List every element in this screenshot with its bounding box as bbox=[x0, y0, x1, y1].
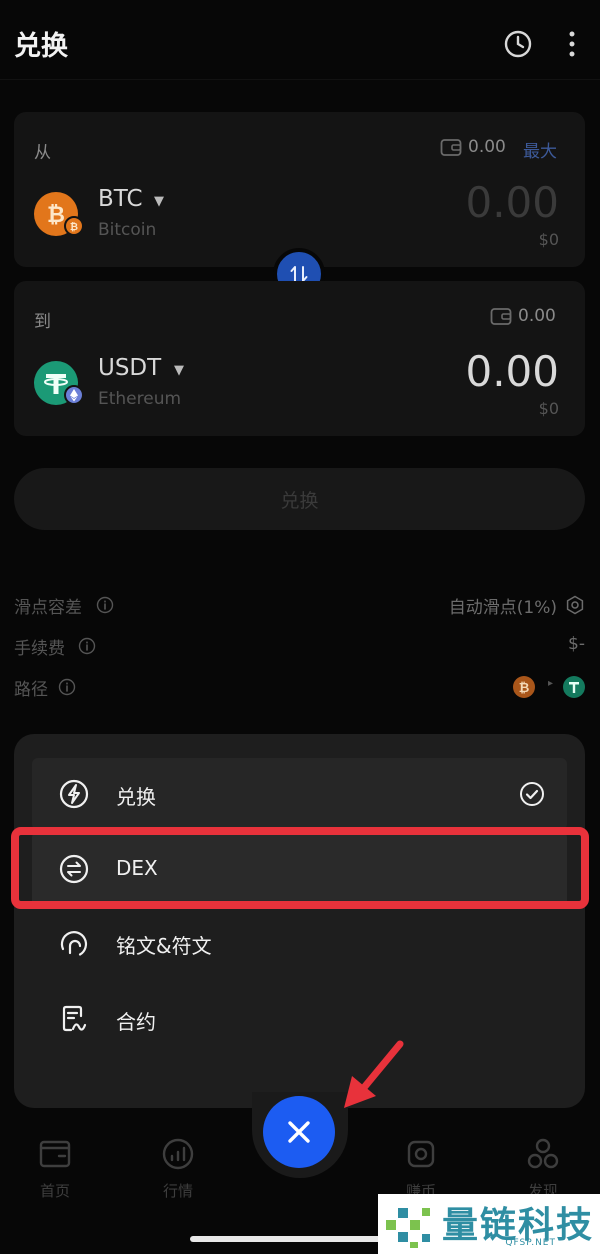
svg-text:₿: ₿ bbox=[70, 221, 78, 233]
info-icon[interactable] bbox=[96, 596, 114, 614]
nav-label: 行情 bbox=[162, 1182, 193, 1200]
slippage-row: 滑点容差 自动滑点(1%) bbox=[14, 593, 585, 618]
to-chain-name: Ethereum bbox=[98, 389, 182, 409]
bitcoin-chain-icon: ₿ bbox=[64, 216, 84, 236]
from-chain-name: Bitcoin bbox=[98, 220, 157, 240]
to-balance: 0.00 bbox=[518, 306, 556, 326]
close-menu-button[interactable] bbox=[263, 1096, 335, 1168]
from-label: 从 bbox=[34, 143, 51, 163]
nav-item-home[interactable]: 首页 bbox=[15, 1136, 95, 1206]
fee-row: 手续费 $- bbox=[14, 634, 585, 659]
settings-icon[interactable] bbox=[565, 595, 585, 615]
route-label: 路径 bbox=[14, 680, 48, 700]
btc-route-icon: ₿ bbox=[513, 676, 535, 698]
fee-label: 手续费 bbox=[14, 639, 65, 659]
from-amount-input[interactable]: 0.00 bbox=[465, 178, 559, 227]
lightning-circle-icon bbox=[59, 779, 89, 809]
svg-text:₿: ₿ bbox=[519, 681, 530, 696]
max-button[interactable]: 最大 bbox=[523, 137, 557, 162]
to-label: 到 bbox=[34, 312, 51, 332]
qfsp-logo-icon bbox=[386, 1208, 430, 1248]
swap-mode-menu: 兑换 DEX 铭文&符文 合约 bbox=[14, 734, 585, 1108]
swap-submit-button[interactable]: 兑换 bbox=[14, 468, 585, 530]
wallet-balance-icon bbox=[440, 139, 462, 156]
svg-text:₿: ₿ bbox=[47, 203, 65, 228]
slippage-value[interactable]: 自动滑点(1%) bbox=[449, 593, 557, 618]
info-icon[interactable] bbox=[58, 678, 76, 696]
usdt-route-icon bbox=[563, 676, 585, 698]
ethereum-chain-icon bbox=[64, 385, 84, 405]
menu-item-label: 兑换 bbox=[116, 785, 156, 809]
route-arrow-icon: ▸ bbox=[547, 678, 553, 689]
menu-item-contract[interactable]: 合约 bbox=[32, 983, 567, 1055]
check-circle-icon bbox=[520, 782, 544, 806]
nav-item-market[interactable]: 行情 bbox=[138, 1136, 218, 1206]
from-usd-value: $0 bbox=[538, 230, 559, 249]
from-card: 从 0.00 最大 ₿ ₿ BTC ▼ Bitcoin 0.00 $0 bbox=[14, 112, 585, 267]
from-balance: 0.00 bbox=[468, 137, 506, 157]
watermark-logo: 量链科技 QFSP.NET bbox=[378, 1194, 600, 1254]
chart-gauge-icon bbox=[162, 1138, 194, 1170]
to-token-symbol[interactable]: USDT bbox=[98, 355, 161, 381]
discover-icon bbox=[527, 1138, 559, 1169]
earn-icon bbox=[407, 1140, 435, 1168]
app-header: 兑换 bbox=[0, 0, 600, 80]
menu-item-label: 合约 bbox=[116, 1010, 156, 1034]
more-vertical-icon[interactable] bbox=[556, 28, 588, 60]
chevron-down-icon[interactable]: ▼ bbox=[174, 363, 184, 378]
page-title: 兑换 bbox=[14, 31, 68, 62]
nav-label: 首页 bbox=[39, 1182, 70, 1200]
wallet-balance-icon bbox=[490, 308, 512, 325]
to-card: 到 0.00 USDT ▼ Ethereum 0.00 $0 bbox=[14, 281, 585, 436]
home-indicator bbox=[190, 1236, 410, 1242]
chevron-down-icon[interactable]: ▼ bbox=[154, 194, 164, 209]
to-usd-value: $0 bbox=[538, 399, 559, 418]
contract-icon bbox=[62, 1005, 87, 1032]
red-arrow-annotation bbox=[344, 1040, 404, 1108]
dex-highlight-frame bbox=[11, 827, 589, 909]
inscription-icon bbox=[60, 931, 87, 956]
menu-item-label: 铭文&符文 bbox=[116, 934, 212, 958]
menu-item-inscription[interactable]: 铭文&符文 bbox=[32, 907, 567, 979]
fee-value: $- bbox=[568, 634, 585, 654]
menu-item-swap[interactable]: 兑换 bbox=[32, 758, 567, 830]
route-row: 路径 ₿ ▸ bbox=[14, 675, 585, 700]
slippage-label: 滑点容差 bbox=[14, 598, 82, 618]
to-amount: 0.00 bbox=[465, 347, 559, 396]
wallet-icon bbox=[39, 1140, 71, 1168]
watermark-subtitle: QFSP.NET bbox=[505, 1238, 556, 1248]
info-icon[interactable] bbox=[78, 637, 96, 655]
close-icon bbox=[288, 1121, 310, 1143]
from-token-symbol[interactable]: BTC bbox=[98, 186, 143, 212]
clock-icon[interactable] bbox=[502, 28, 534, 60]
